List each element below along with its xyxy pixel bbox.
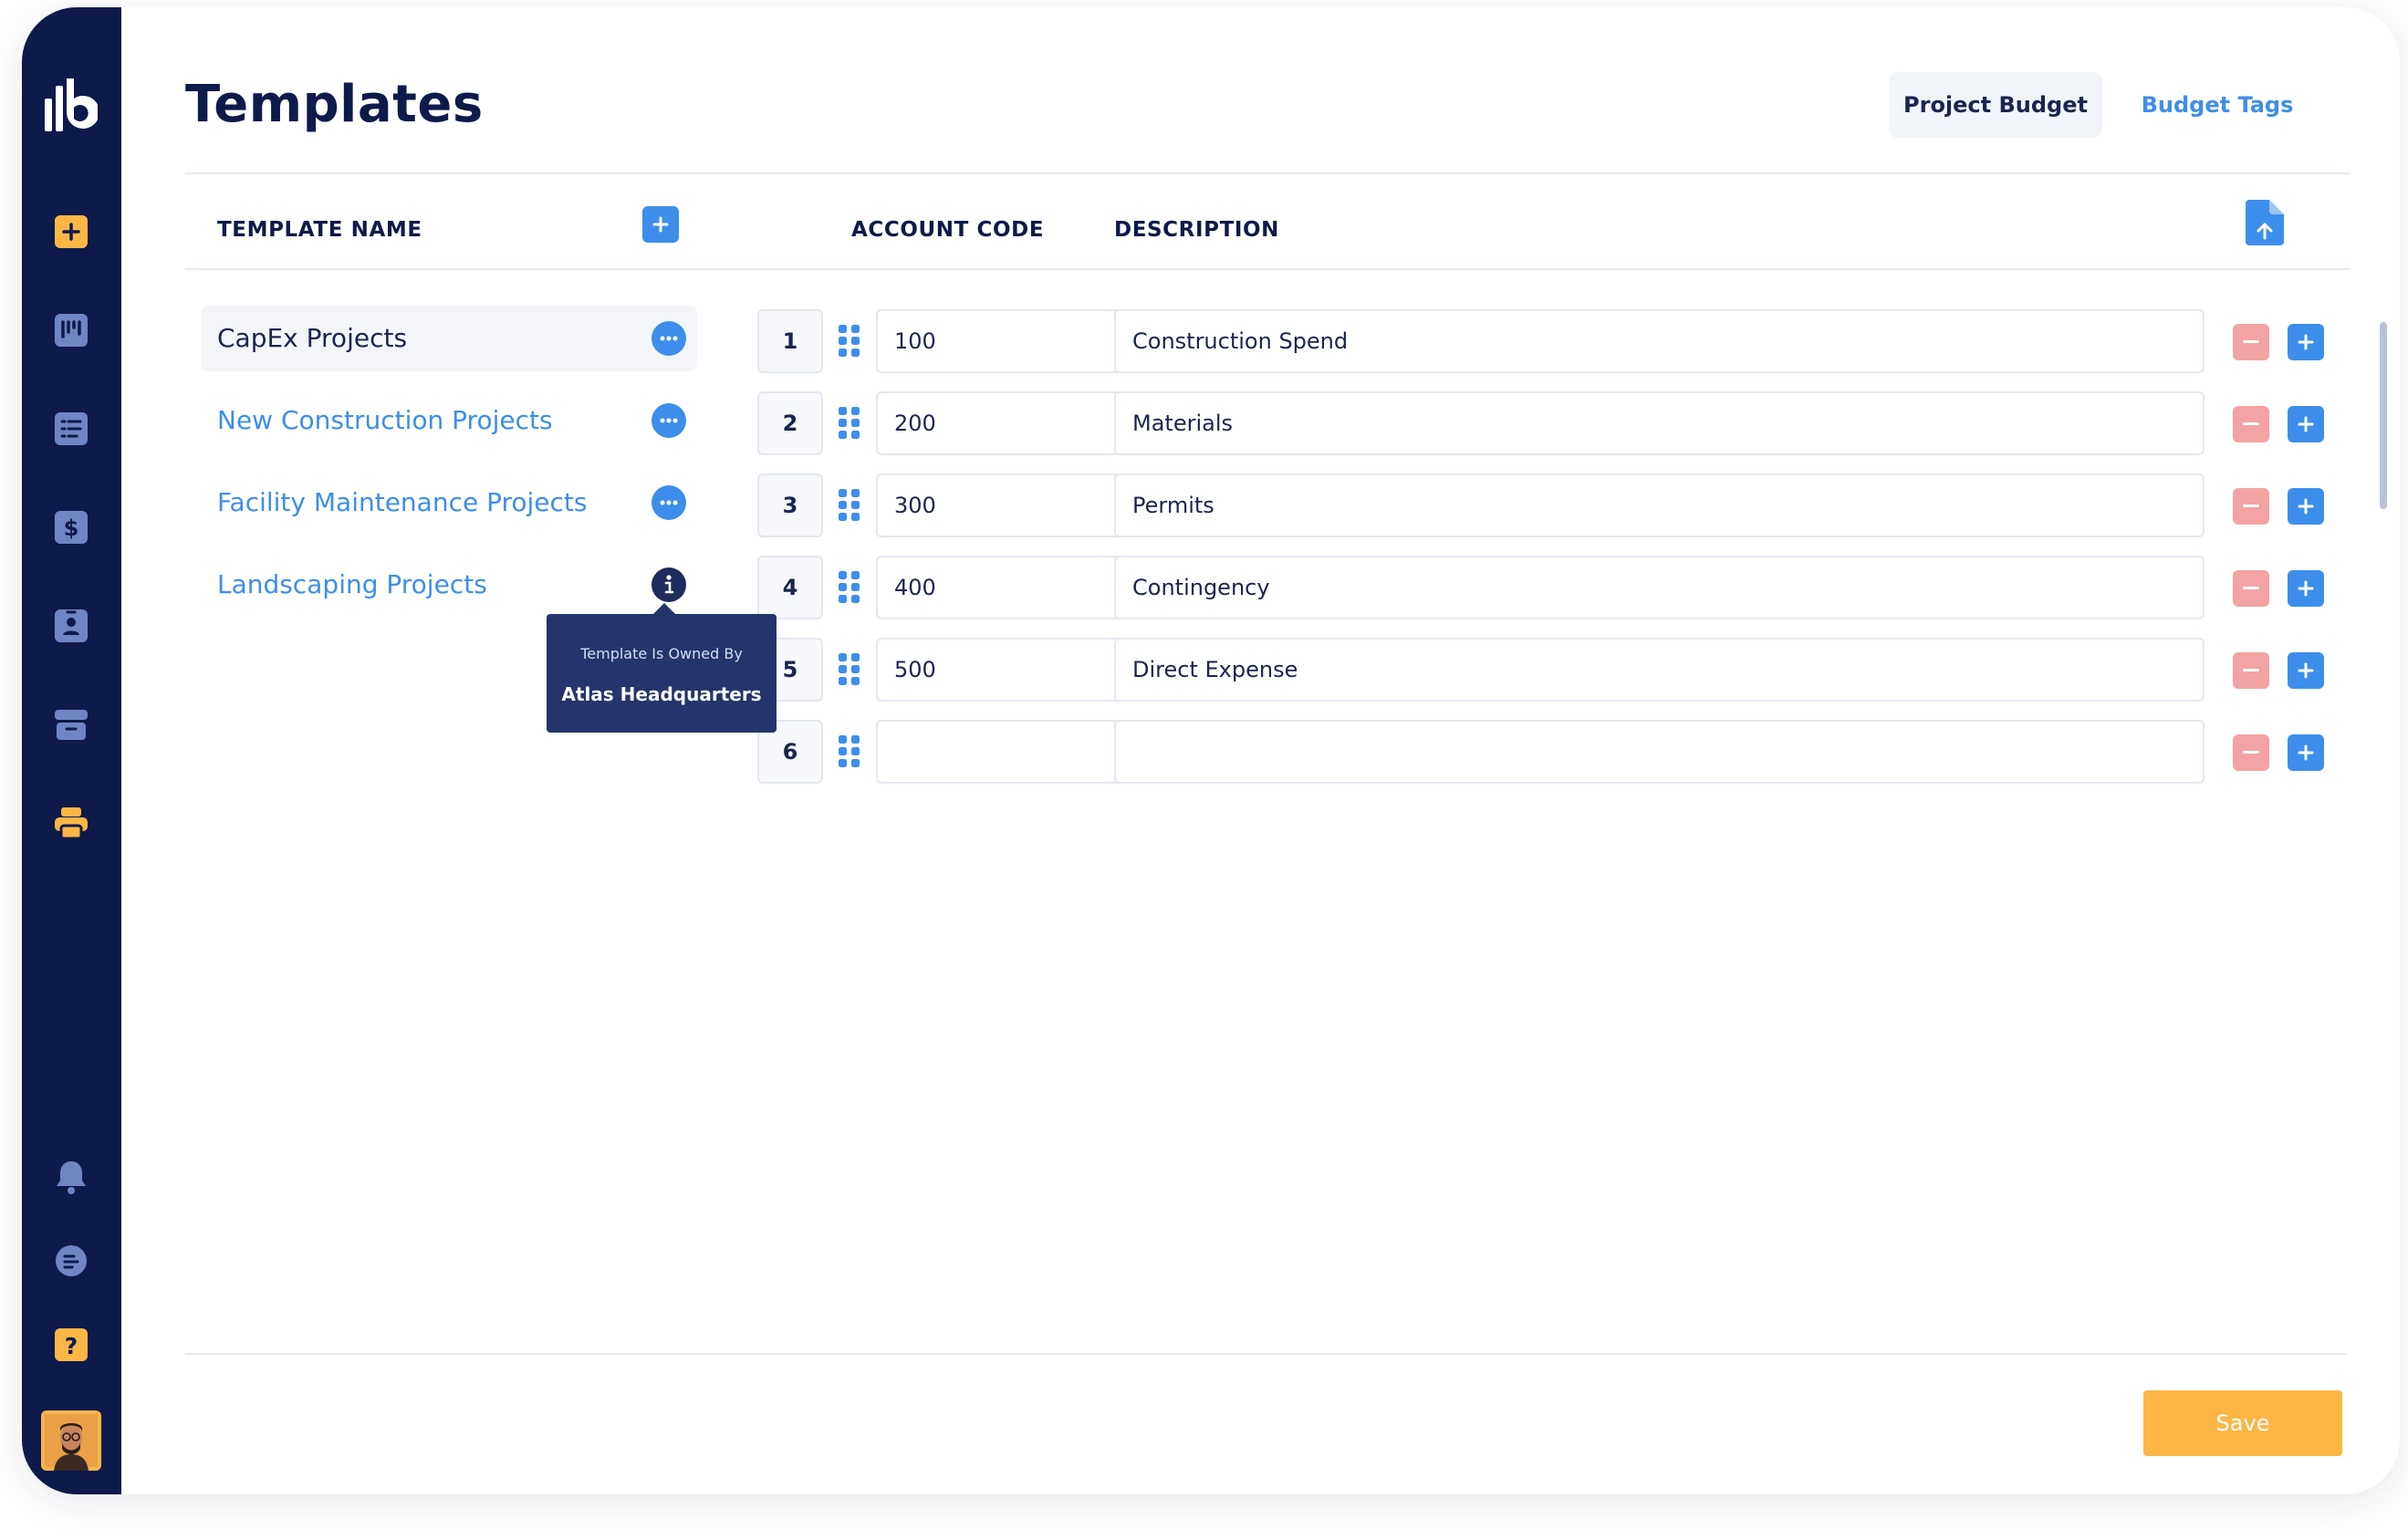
remove-row-button[interactable] [2233, 406, 2269, 442]
archive-icon[interactable] [53, 706, 89, 743]
add-row-button[interactable] [2288, 406, 2324, 442]
avatar[interactable] [41, 1410, 101, 1471]
remove-row-button[interactable] [2233, 570, 2269, 607]
page-title: Templates [185, 75, 484, 134]
row-number: 1 [757, 309, 823, 373]
template-item-facility-maintenance[interactable]: Facility Maintenance Projects [201, 470, 697, 536]
tab-project-budget[interactable]: Project Budget [1889, 72, 2102, 138]
column-header-divider [185, 268, 2351, 270]
account-code-input[interactable]: 500 [876, 638, 1122, 702]
save-button[interactable]: Save [2143, 1390, 2342, 1456]
drag-handle-icon[interactable] [839, 325, 860, 358]
file-upload-icon[interactable] [2245, 199, 2285, 246]
template-item-new-construction[interactable]: New Construction Projects [201, 388, 697, 453]
drag-handle-icon[interactable] [839, 735, 860, 768]
remove-row-button[interactable] [2233, 324, 2269, 360]
template-name: Facility Maintenance Projects [217, 487, 588, 517]
account-code-input[interactable]: 400 [876, 556, 1122, 619]
remove-row-button[interactable] [2233, 734, 2269, 771]
drag-handle-icon[interactable] [839, 653, 860, 686]
row-number: 3 [757, 473, 823, 537]
drag-handle-icon[interactable] [839, 489, 860, 522]
description-input[interactable]: Materials [1114, 391, 2205, 455]
scrollbar-thumb[interactable] [2380, 322, 2387, 509]
description-input[interactable] [1114, 720, 2205, 784]
column-header-template-name: TEMPLATE NAME [217, 218, 422, 242]
account-code-input[interactable]: 100 [876, 309, 1122, 373]
sidebar: $ ? [22, 7, 121, 1494]
add-row-button[interactable] [2288, 324, 2324, 360]
owner-tooltip: Template Is Owned By Atlas Headquarters [547, 603, 777, 733]
remove-row-button[interactable] [2233, 652, 2269, 689]
app-window: $ ? Templates Project Budget Budget Tags… [22, 7, 2400, 1494]
template-item-landscaping[interactable]: Landscaping Projects [201, 552, 697, 618]
more-options-icon[interactable] [652, 321, 686, 356]
template-name: New Construction Projects [217, 405, 553, 435]
logo-icon[interactable] [43, 75, 99, 135]
add-row-button[interactable] [2288, 734, 2324, 771]
svg-text:?: ? [65, 1333, 78, 1359]
add-template-button[interactable] [642, 206, 679, 243]
dollar-icon[interactable]: $ [53, 509, 89, 546]
remove-row-button[interactable] [2233, 488, 2269, 525]
chat-icon[interactable] [53, 1243, 89, 1279]
footer-divider [185, 1353, 2347, 1355]
column-header-description: DESCRIPTION [1114, 218, 1280, 242]
description-input[interactable]: Permits [1114, 473, 2205, 537]
account-code-input[interactable]: 300 [876, 473, 1122, 537]
tooltip-caption: Template Is Owned By [580, 645, 743, 662]
svg-text:$: $ [64, 515, 79, 541]
add-icon[interactable] [53, 213, 89, 250]
bell-icon[interactable] [53, 1159, 89, 1195]
tooltip-owner: Atlas Headquarters [561, 683, 762, 705]
header-divider [185, 172, 2351, 174]
column-header-account-code: ACCOUNT CODE [851, 218, 1045, 242]
list-icon[interactable] [53, 411, 89, 447]
tab-budget-tags[interactable]: Budget Tags [2126, 72, 2309, 138]
printer-icon[interactable] [53, 805, 89, 841]
drag-handle-icon[interactable] [839, 571, 860, 604]
add-row-button[interactable] [2288, 488, 2324, 525]
drag-handle-icon[interactable] [839, 407, 860, 440]
description-input[interactable]: Direct Expense [1114, 638, 2205, 702]
add-row-button[interactable] [2288, 570, 2324, 607]
template-name: CapEx Projects [217, 323, 408, 353]
info-icon[interactable] [652, 567, 686, 602]
account-code-input[interactable]: 200 [876, 391, 1122, 455]
template-item-capex[interactable]: CapEx Projects [201, 306, 697, 371]
add-row-button[interactable] [2288, 652, 2324, 689]
row-number: 4 [757, 556, 823, 619]
description-input[interactable]: Contingency [1114, 556, 2205, 619]
more-options-icon[interactable] [652, 403, 686, 438]
main-content: Templates Project Budget Budget Tags TEM… [121, 7, 2400, 1494]
account-code-input[interactable] [876, 720, 1122, 784]
help-icon[interactable]: ? [53, 1327, 89, 1363]
row-number: 2 [757, 391, 823, 455]
board-icon[interactable] [53, 312, 89, 349]
more-options-icon[interactable] [652, 485, 686, 520]
template-name: Landscaping Projects [217, 569, 487, 599]
contacts-icon[interactable] [53, 608, 89, 644]
description-input[interactable]: Construction Spend [1114, 309, 2205, 373]
